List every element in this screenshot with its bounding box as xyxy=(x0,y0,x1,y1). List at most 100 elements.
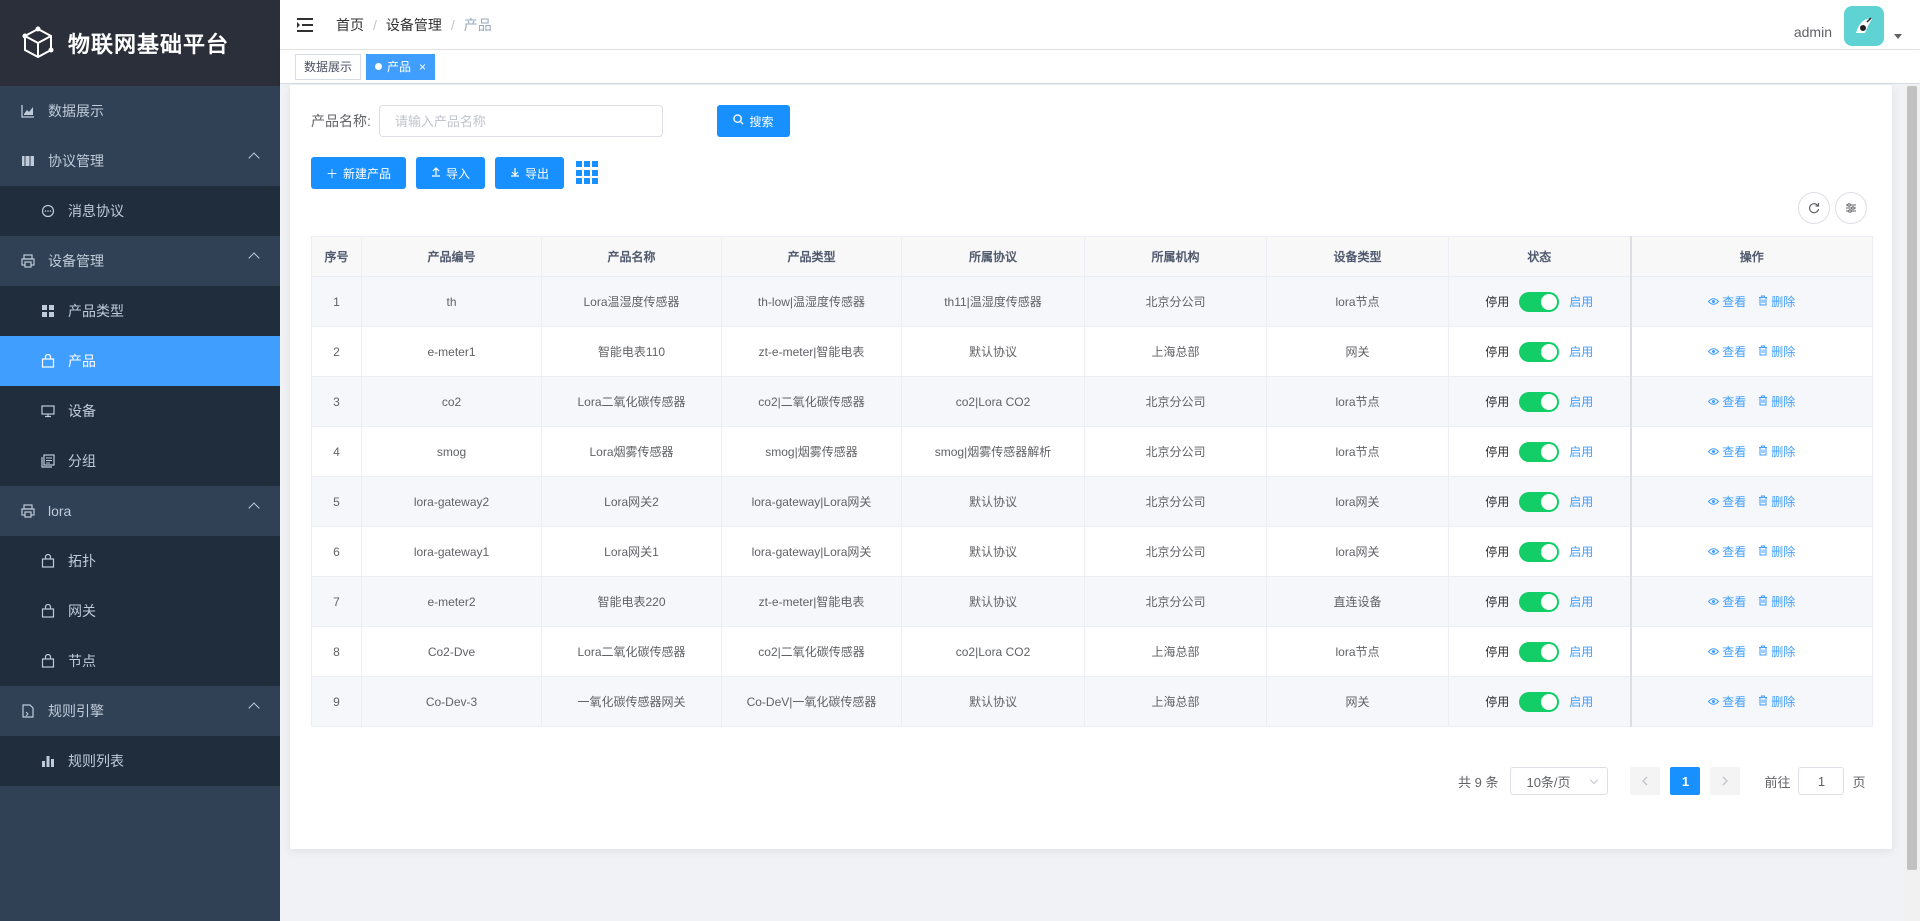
view-button[interactable]: 查看 xyxy=(1708,645,1746,659)
table-cell: lora网关 xyxy=(1266,526,1449,577)
scrollbar-thumb[interactable] xyxy=(1907,86,1917,870)
status-switch[interactable] xyxy=(1519,291,1560,312)
trash-icon xyxy=(1758,545,1768,559)
breadcrumb-home[interactable]: 首页 xyxy=(336,15,364,35)
app-title: 物联网基础平台 xyxy=(68,32,230,57)
pagination: 共 9 条 10条/页 1 前往 页 xyxy=(1458,767,1866,795)
view-button[interactable]: 查看 xyxy=(1708,345,1746,359)
table-row: 6 lora-gateway1 Lora网关1 lora-gateway|Lora网关… xyxy=(311,526,1873,577)
table-cell: 默认协议 xyxy=(901,476,1085,527)
sidebar-item-label: 产品 xyxy=(68,353,96,369)
delete-button[interactable]: 删除 xyxy=(1758,345,1795,359)
sidebar-item-1[interactable]: 协议管理 xyxy=(0,136,280,186)
sidebar-item-label: 分组 xyxy=(68,453,96,469)
table-cell: 默认协议 xyxy=(901,576,1085,627)
page-number[interactable]: 1 xyxy=(1670,767,1701,795)
search-button[interactable]: 搜索 xyxy=(717,105,790,137)
printer-icon xyxy=(20,253,36,269)
tag-product[interactable]: 产品 × xyxy=(366,53,436,80)
status-switch[interactable] xyxy=(1519,391,1560,412)
sidebar-item-12[interactable]: 规则引擎 xyxy=(0,686,280,736)
printer-icon xyxy=(20,503,36,519)
delete-button[interactable]: 删除 xyxy=(1758,545,1795,559)
sidebar-item-3[interactable]: 设备管理 xyxy=(0,236,280,286)
status-cell: 停用 启用 xyxy=(1448,426,1631,477)
table-cell: 3 xyxy=(311,376,362,427)
status-off-label: 停用 xyxy=(1485,395,1510,409)
actions-cell: 查看 删除 xyxy=(1629,476,1873,527)
view-button[interactable]: 查看 xyxy=(1708,495,1746,509)
add-product-button[interactable]: ＋ 新建产品 xyxy=(311,157,407,189)
status-off-label: 停用 xyxy=(1485,545,1510,559)
goto-page-input[interactable] xyxy=(1798,767,1845,795)
product-name-input[interactable] xyxy=(378,105,663,137)
page-size-select[interactable]: 10条/页 xyxy=(1510,767,1609,795)
export-button[interactable]: 导出 xyxy=(495,157,565,189)
prev-page-button[interactable] xyxy=(1630,767,1661,795)
document-icon xyxy=(20,153,36,169)
view-button[interactable]: 查看 xyxy=(1708,295,1746,309)
status-switch[interactable] xyxy=(1519,591,1560,612)
grid-icon xyxy=(40,303,56,319)
status-switch[interactable] xyxy=(1519,441,1560,462)
avatar[interactable] xyxy=(1844,6,1884,46)
table-cell: co2|二氧化碳传感器 xyxy=(721,626,902,677)
view-button[interactable]: 查看 xyxy=(1708,595,1746,609)
actions-cell: 查看 删除 xyxy=(1629,626,1873,677)
tag-data-display[interactable]: 数据展示 xyxy=(295,53,362,80)
table-cell: 智能电表110 xyxy=(541,326,722,377)
sidebar-item-0[interactable]: 数据展示 xyxy=(0,86,280,136)
sidebar-item-label: 拓扑 xyxy=(68,553,96,569)
hamburger-icon[interactable] xyxy=(296,16,314,34)
table-cell: 7 xyxy=(311,576,362,627)
delete-button[interactable]: 删除 xyxy=(1758,645,1795,659)
status-cell: 停用 启用 xyxy=(1448,476,1631,527)
grid-view-icon[interactable] xyxy=(576,161,600,185)
eye-icon xyxy=(1708,547,1720,559)
delete-button[interactable]: 删除 xyxy=(1758,395,1795,409)
status-on-label: 启用 xyxy=(1569,645,1594,659)
sidebar-item-4[interactable]: 产品类型 xyxy=(0,286,280,336)
table-cell: 网关 xyxy=(1266,676,1449,727)
next-page-button[interactable] xyxy=(1710,767,1741,795)
sidebar-item-13[interactable]: 规则列表 xyxy=(0,736,280,786)
view-button[interactable]: 查看 xyxy=(1708,445,1746,459)
delete-button[interactable]: 删除 xyxy=(1758,495,1795,509)
sidebar-item-2[interactable]: 消息协议 xyxy=(0,186,280,236)
status-switch[interactable] xyxy=(1519,641,1560,662)
delete-button[interactable]: 删除 xyxy=(1758,295,1795,309)
status-switch[interactable] xyxy=(1519,541,1560,562)
table-row: 9 Co-Dev-3 一氧化碳传感器网关 Co-DeV|一氧化碳传感器 默认协议 上海总部… xyxy=(311,676,1873,727)
sidebar-item-9[interactable]: 拓扑 xyxy=(0,536,280,586)
column-settings-button[interactable] xyxy=(1835,192,1867,224)
status-switch[interactable] xyxy=(1519,491,1560,512)
refresh-button[interactable] xyxy=(1798,192,1830,224)
delete-button[interactable]: 删除 xyxy=(1758,695,1795,709)
status-switch[interactable] xyxy=(1519,691,1560,712)
breadcrumb-current: 产品 xyxy=(463,16,492,33)
status-on-label: 启用 xyxy=(1569,395,1594,409)
view-button[interactable]: 查看 xyxy=(1708,695,1746,709)
trash-icon xyxy=(1758,495,1768,509)
view-button[interactable]: 查看 xyxy=(1708,395,1746,409)
status-switch[interactable] xyxy=(1519,341,1560,362)
search-icon xyxy=(733,114,745,128)
user-dropdown[interactable]: admin xyxy=(1794,6,1902,46)
breadcrumb-device-management[interactable]: 设备管理 xyxy=(386,15,442,35)
status-off-label: 停用 xyxy=(1485,645,1510,659)
table-cell: e-meter1 xyxy=(361,326,542,377)
chevron-up-icon xyxy=(248,152,260,164)
sidebar-item-7[interactable]: 分组 xyxy=(0,436,280,486)
view-button[interactable]: 查看 xyxy=(1708,545,1746,559)
bag-icon xyxy=(40,353,56,369)
delete-button[interactable]: 删除 xyxy=(1758,595,1795,609)
tag-close-icon[interactable]: × xyxy=(419,55,426,79)
table-cell: 一氧化碳传感器网关 xyxy=(541,676,722,727)
sidebar-item-8[interactable]: lora xyxy=(0,486,280,536)
delete-button[interactable]: 删除 xyxy=(1758,445,1795,459)
sidebar-item-6[interactable]: 设备 xyxy=(0,386,280,436)
sidebar-item-11[interactable]: 节点 xyxy=(0,636,280,686)
sidebar-item-10[interactable]: 网关 xyxy=(0,586,280,636)
import-button[interactable]: 导入 xyxy=(416,157,486,189)
sidebar-item-5[interactable]: 产品 xyxy=(0,336,280,386)
